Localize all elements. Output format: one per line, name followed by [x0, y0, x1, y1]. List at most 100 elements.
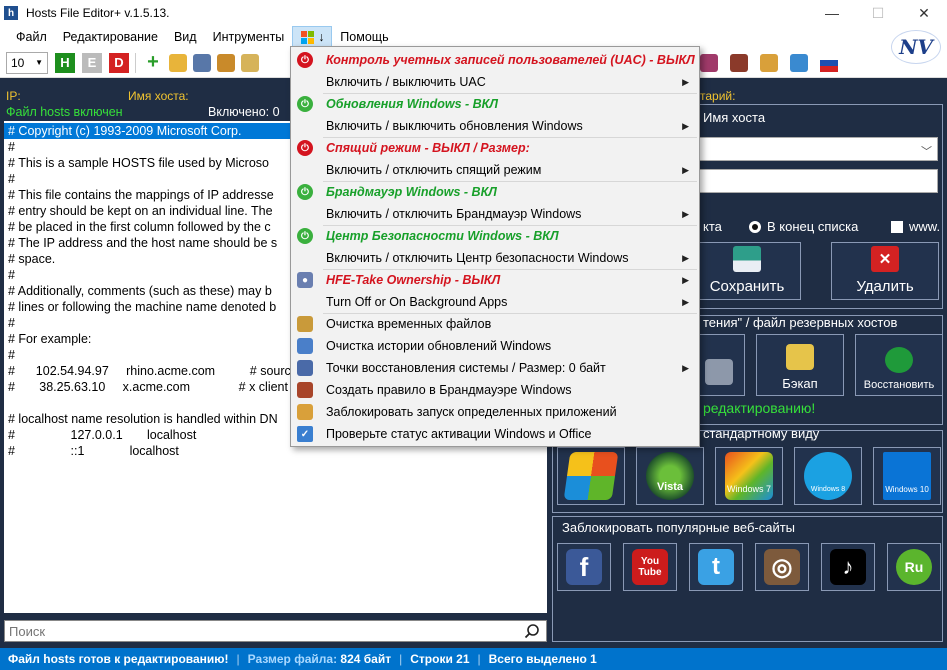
dd-firewall-status[interactable]: ⏻ Брандмауэр Windows - ВКЛ [291, 181, 699, 203]
host-name-title: Имя хоста [703, 110, 766, 125]
edit-icon[interactable] [241, 53, 259, 72]
fullscreen-icon[interactable] [790, 54, 808, 72]
menu-view[interactable]: Вид [166, 26, 205, 48]
windows-flag-icon [301, 30, 315, 44]
submenu-arrow-icon: ▶ [682, 120, 689, 131]
dd-updates-status[interactable]: ⏻ Обновления Windows - ВКЛ [291, 93, 699, 115]
default-group-title: стандартному виду [703, 426, 820, 441]
dd-block-apps[interactable]: Заблокировать запуск определенных прилож… [291, 401, 699, 423]
radio-end-of-list[interactable]: В конец списка [749, 219, 858, 234]
close-button[interactable]: ✕ [901, 0, 947, 26]
search-icon[interactable] [522, 621, 542, 641]
tiktok-icon: ♪ [830, 549, 866, 585]
save-button[interactable]: Сохранить [693, 242, 801, 300]
firewall-toggle-label: Включить / отключить Брандмауэр Windows [326, 207, 582, 221]
position-radio-partial[interactable]: кта [703, 219, 722, 234]
submenu-arrow-icon: ▶ [682, 76, 689, 87]
menu-tools[interactable]: Интрументы [205, 26, 293, 48]
os-win10-button[interactable]: Windows 10 [873, 447, 941, 505]
minimize-button[interactable]: — [809, 0, 855, 26]
padlock-icon [705, 359, 733, 385]
windows-xp-logo-icon [563, 452, 619, 500]
menu-file[interactable]: Файл [8, 26, 55, 48]
block-instagram-button[interactable]: ◎ [755, 543, 809, 591]
os-xp-button[interactable] [557, 447, 625, 505]
uac-toggle-label: Включить / выключить UAC [326, 75, 486, 89]
hosts-h-button[interactable]: H [55, 52, 75, 73]
dd-activation[interactable]: ✓ Проверьте статус активации Windows и O… [291, 423, 699, 445]
radio-end-label: В конец списка [767, 219, 859, 234]
tools-icon[interactable] [217, 53, 235, 72]
os-win7-button[interactable]: Windows 7 [715, 447, 783, 505]
ru-site-icon: Ru [896, 549, 932, 585]
menu-edit[interactable]: Редактирование [55, 26, 166, 48]
add-entry-button[interactable]: + [143, 51, 163, 73]
font-size-value: 10 [11, 55, 25, 70]
windows-8-logo-icon: Windows 8 [804, 452, 852, 500]
submenu-arrow-icon: ▶ [682, 362, 689, 373]
backup-button[interactable]: Бэкап [756, 334, 844, 396]
dd-security-status[interactable]: ⏻ Центр Безопасности Windows - ВКЛ [291, 225, 699, 247]
temp-clean-label: Очистка временных файлов [326, 317, 492, 331]
windows-menu-arrow: ↓ [318, 30, 325, 44]
hosts-d-button[interactable]: D [109, 52, 129, 73]
status-lines: Строки 21 [410, 652, 470, 666]
status-bar: Файл hosts готов к редактированию! | Раз… [0, 648, 947, 670]
menu-bar: Файл Редактирование Вид Интрументы ↓ Пом… [0, 26, 947, 48]
dd-background-apps[interactable]: Turn Off or On Background Apps ▶ [291, 291, 699, 313]
facebook-icon: f [566, 549, 602, 585]
language-flag-icon[interactable] [820, 54, 838, 72]
file-size-label: Размер файла: [247, 652, 338, 666]
dd-sleep-status[interactable]: ⏻ Спящий режим - ВЫКЛ / Размер: [291, 137, 699, 159]
search-input[interactable] [5, 623, 522, 639]
delete-button[interactable]: ✕ Удалить [831, 242, 939, 300]
os-vista-button[interactable]: Vista [636, 447, 704, 505]
dd-uac-toggle[interactable]: Включить / выключить UAC ▶ [291, 71, 699, 93]
block-tiktok-button[interactable]: ♪ [821, 543, 875, 591]
dd-update-history[interactable]: Очистка истории обновлений Windows [291, 335, 699, 357]
lock-hosts-button[interactable] [693, 334, 745, 396]
block-facebook-button[interactable]: f [557, 543, 611, 591]
title-bar: h Hosts File Editor+ v.1.5.13. — ☐ ✕ [0, 0, 947, 26]
dd-firewall-toggle[interactable]: Включить / отключить Брандмауэр Windows … [291, 203, 699, 225]
dd-updates-toggle[interactable]: Включить / выключить обновления Windows … [291, 115, 699, 137]
os-win8-label: Windows 8 [810, 485, 846, 493]
block-ru-button[interactable]: Ru [887, 543, 941, 591]
package-icon[interactable] [730, 54, 748, 72]
firewall-rule-label: Создать правило в Брандмауэре Windows [326, 383, 572, 397]
menu-windows[interactable]: ↓ [292, 26, 333, 48]
menu-help[interactable]: Помощь [332, 26, 396, 48]
dd-take-ownership[interactable]: ● HFE-Take Ownership - ВЫКЛ ▶ [291, 269, 699, 291]
restore-button[interactable]: Восстановить [855, 334, 943, 396]
folder-open-icon[interactable] [169, 53, 187, 72]
sleep-status-label: Спящий режим - ВЫКЛ / Размер: [326, 141, 530, 155]
checkbox-checked-icon: ✓ [297, 426, 313, 442]
chevron-down-icon: ▼ [35, 58, 43, 67]
dd-uac-status[interactable]: ⏻ Контроль учетных записей пользователей… [291, 49, 699, 71]
save-icon[interactable] [193, 53, 211, 72]
delete-x-icon: ✕ [871, 246, 899, 272]
maximize-button[interactable]: ☐ [855, 0, 901, 26]
block-twitter-button[interactable]: t [689, 543, 743, 591]
windows-vista-logo-icon: Vista [646, 452, 694, 500]
hosts-e-button[interactable]: E [82, 52, 102, 73]
www-checkbox[interactable]: www. [891, 219, 940, 234]
dd-restore-points[interactable]: Точки восстановления системы / Размер: 0… [291, 357, 699, 379]
dd-sleep-toggle[interactable]: Включить / отключить спящий режим ▶ [291, 159, 699, 181]
floppy-icon [733, 246, 761, 272]
security-toggle-label: Включить / отключить Центр безопасности … [326, 251, 629, 265]
os-win8-button[interactable]: Windows 8 [794, 447, 862, 505]
dd-security-toggle[interactable]: Включить / отключить Центр безопасности … [291, 247, 699, 269]
lock-icon[interactable] [760, 54, 778, 72]
enabled-count: Включено: 0 [208, 105, 280, 119]
font-size-select[interactable]: 10 ▼ [6, 51, 48, 74]
windows-10-logo-icon: Windows 10 [883, 452, 931, 500]
chart-icon[interactable] [700, 54, 718, 72]
radio-partial-label: кта [703, 219, 722, 234]
block-youtube-button[interactable]: You Tube [623, 543, 677, 591]
broom-icon [297, 316, 313, 332]
twitter-icon: t [698, 549, 734, 585]
hosts-enabled-status: Файл hosts включен [6, 105, 123, 119]
dd-temp-clean[interactable]: Очистка временных файлов [291, 313, 699, 335]
dd-firewall-rule[interactable]: Создать правило в Брандмауэре Windows [291, 379, 699, 401]
